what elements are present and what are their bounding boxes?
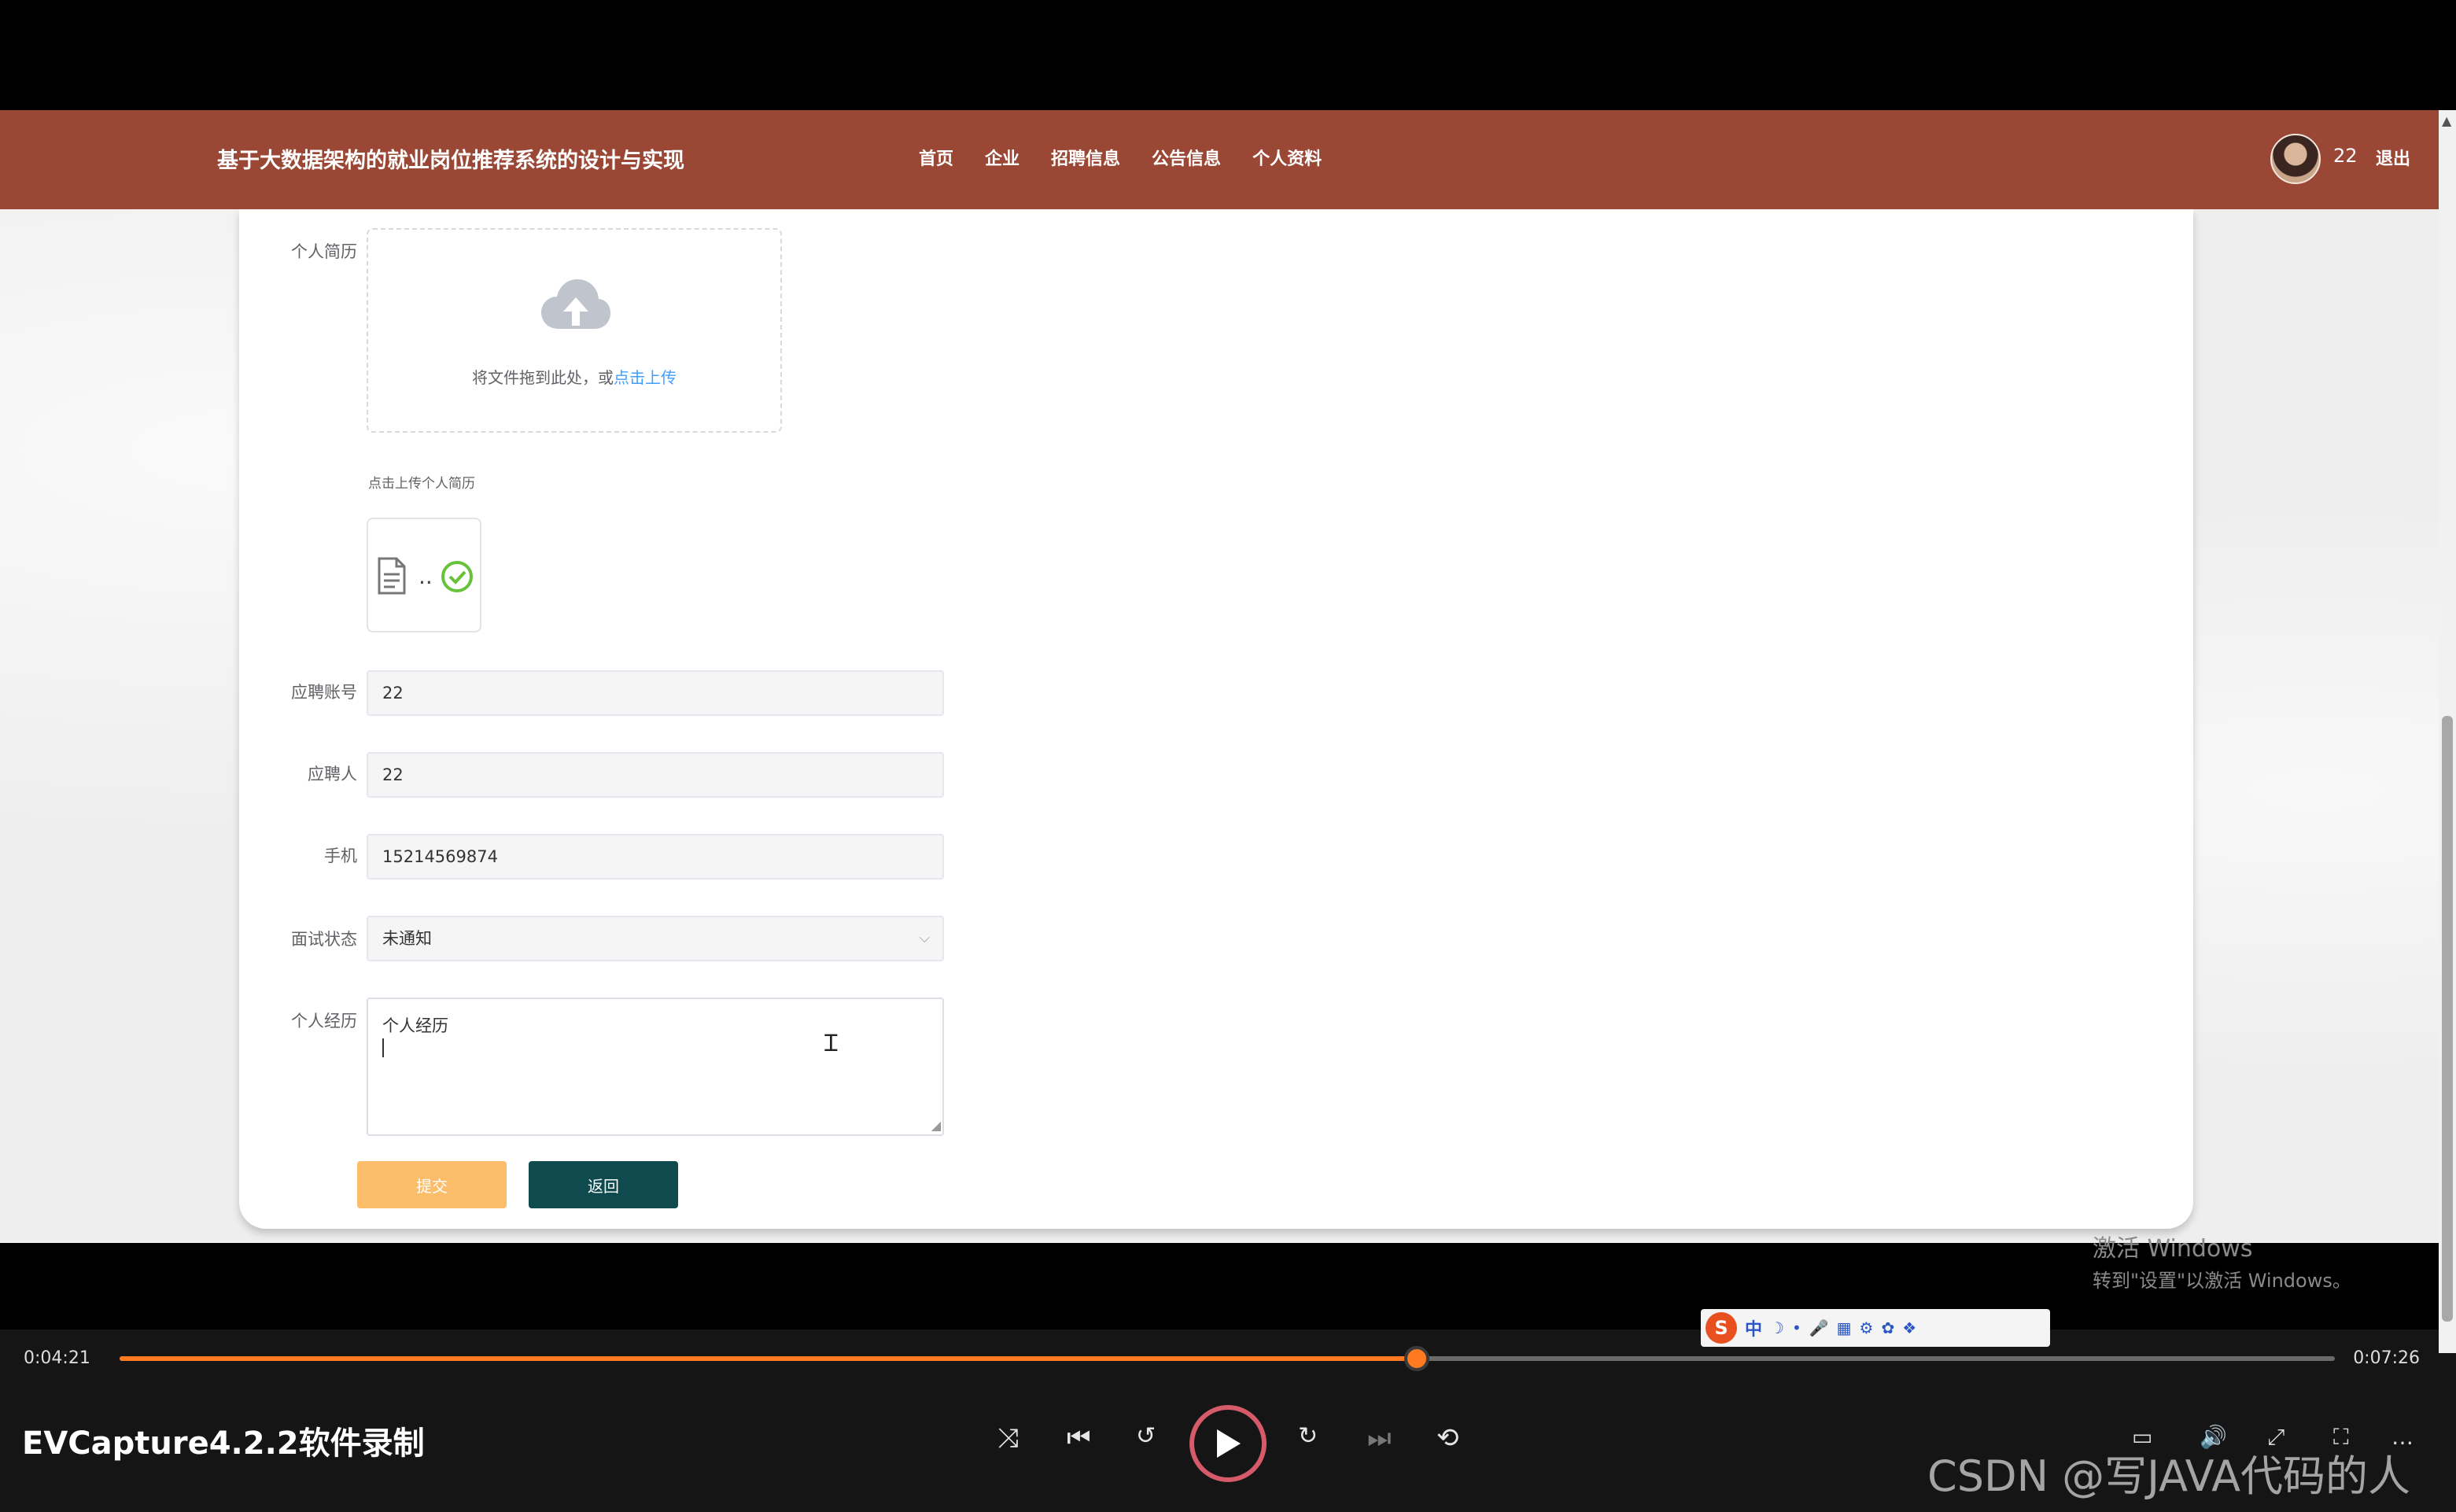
main-nav: 首页 企业 招聘信息 公告信息 个人资料 — [919, 145, 1353, 170]
previous-icon[interactable]: ⏮ — [1067, 1422, 1091, 1454]
text-cursor-icon: Ɪ — [824, 1030, 838, 1057]
play-icon — [1217, 1429, 1241, 1458]
file-name: .. — [419, 563, 433, 589]
resume-label: 个人简历 — [291, 242, 357, 261]
text-caret — [382, 1038, 384, 1057]
ime-mode[interactable]: 中 — [1745, 1315, 1762, 1341]
nav-profile[interactable]: 个人资料 — [1252, 145, 1322, 170]
current-time: 0:04:21 — [24, 1348, 90, 1368]
sogou-logo-icon: S — [1706, 1312, 1737, 1344]
chevron-down-icon: ⌵ — [919, 930, 930, 946]
form-card: 个人简历 将文件拖到此处，或点击上传 点击上传个人简历 .. 应聘账号 22 应… — [239, 209, 2193, 1229]
progress-knob[interactable] — [1404, 1346, 1430, 1371]
phone-label: 手机 — [324, 846, 357, 865]
nav-recruitment[interactable]: 招聘信息 — [1051, 145, 1120, 170]
experience-textarea[interactable]: 个人经历 ◢ — [367, 998, 944, 1136]
phone-input[interactable]: 15214569874 — [367, 834, 944, 880]
forward-30-icon[interactable]: ↻ — [1298, 1422, 1318, 1450]
logout-link[interactable]: 退出 — [2376, 145, 2410, 170]
recorder-label: EVCapture4.2.2软件录制 — [22, 1425, 425, 1462]
back-button[interactable]: 返回 — [529, 1161, 678, 1208]
submit-button[interactable]: 提交 — [357, 1161, 507, 1208]
progress-bar[interactable] — [120, 1346, 2335, 1371]
document-icon — [378, 557, 406, 595]
experience-label: 个人经历 — [291, 1012, 357, 1031]
applicant-label: 应聘人 — [308, 765, 357, 784]
upload-tip: 点击上传个人简历 — [368, 476, 475, 492]
repeat-icon[interactable]: ⟲ — [1436, 1422, 1459, 1454]
scroll-up-arrow-icon[interactable]: ▲ — [2442, 113, 2451, 128]
progress-fill — [120, 1356, 1418, 1361]
user-name: 22 — [2333, 145, 2358, 167]
csdn-watermark: CSDN @写JAVA代码的人 — [1927, 1451, 2411, 1501]
ime-tool-icons[interactable]: ☽•🎤▦⚙✿❖ — [1770, 1318, 1924, 1337]
uploaded-file-card[interactable]: .. — [367, 518, 481, 632]
applicant-input[interactable]: 22 — [367, 752, 944, 798]
avatar[interactable] — [2270, 134, 2321, 184]
windows-activation-subtitle: 转到"设置"以激活 Windows。 — [2093, 1270, 2351, 1292]
total-time: 0:07:26 — [2353, 1348, 2420, 1368]
upload-instruction: 将文件拖到此处，或点击上传 — [472, 368, 677, 387]
resize-grip-icon[interactable]: ◢ — [931, 1118, 941, 1133]
check-circle-icon — [441, 561, 473, 592]
rewind-10-icon[interactable]: ↺ — [1136, 1422, 1156, 1450]
interview-status-label: 面试状态 — [291, 930, 357, 949]
interview-status-select[interactable]: 未通知 ⌵ — [367, 916, 944, 961]
windows-activation-title: 激活 Windows — [2093, 1235, 2253, 1263]
site-title: 基于大数据架构的就业岗位推荐系统的设计与实现 — [217, 149, 684, 173]
site-header: 基于大数据架构的就业岗位推荐系统的设计与实现 首页 企业 招聘信息 公告信息 个… — [0, 110, 2439, 209]
cloud-upload-icon — [541, 279, 610, 329]
next-icon[interactable]: ⏭ — [1367, 1422, 1392, 1454]
nav-company[interactable]: 企业 — [985, 145, 1020, 170]
ime-toolbar[interactable]: S 中 ☽•🎤▦⚙✿❖ — [1701, 1309, 2050, 1347]
play-button[interactable] — [1189, 1405, 1267, 1482]
account-input[interactable]: 22 — [367, 670, 944, 716]
scrollbar-thumb[interactable] — [2442, 716, 2453, 1322]
experience-text: 个人经历 — [382, 1016, 448, 1035]
interview-status-value: 未通知 — [382, 929, 432, 948]
nav-announcement[interactable]: 公告信息 — [1152, 145, 1221, 170]
account-label: 应聘账号 — [291, 683, 357, 702]
upload-link[interactable]: 点击上传 — [614, 368, 677, 387]
nav-home[interactable]: 首页 — [919, 145, 953, 170]
resume-upload-dropzone[interactable]: 将文件拖到此处，或点击上传 — [367, 228, 782, 433]
shuffle-icon[interactable]: ⤨ — [998, 1422, 1019, 1454]
